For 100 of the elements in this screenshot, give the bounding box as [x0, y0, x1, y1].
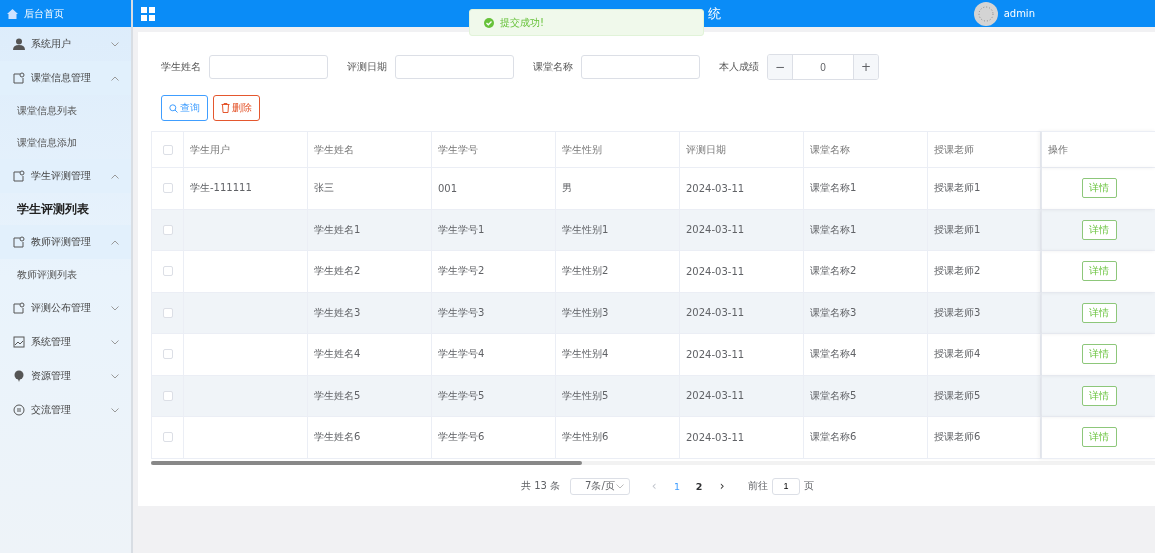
scrollbar[interactable]: [151, 460, 1155, 465]
table-cell: 2024-03-11: [680, 417, 804, 459]
number-field[interactable]: 0: [792, 55, 854, 79]
image-icon: [13, 336, 25, 348]
filter-label: 本人成绩: [719, 60, 759, 74]
column-header: 评测日期: [680, 131, 804, 168]
home-icon: [7, 8, 18, 19]
table-cell: 课堂名称5: [804, 375, 928, 417]
submenu-item[interactable]: 课堂信息添加: [0, 127, 131, 159]
table-cell: 学生学号4: [432, 334, 556, 376]
decrement-button[interactable]: −: [768, 55, 792, 79]
table-cell: 学生性别6: [556, 417, 680, 459]
table-cell: 2024-03-11: [680, 375, 804, 417]
row-checkbox[interactable]: [162, 349, 173, 360]
grid-menu-icon[interactable]: [141, 6, 155, 21]
column-header: 操作: [1041, 131, 1155, 168]
menu-item[interactable]: 评测公布管理: [0, 291, 131, 325]
table-cell: 课堂名称4: [804, 334, 928, 376]
table-cell: 授课老师5: [928, 375, 1041, 417]
page-number[interactable]: 2: [688, 480, 711, 492]
goto-label: 前往: [748, 479, 769, 493]
table-cell: 课堂名称2: [804, 251, 928, 293]
table-cell: 学生学号5: [432, 375, 556, 417]
row-checkbox[interactable]: [162, 432, 173, 443]
filter-label: 评测日期: [347, 60, 387, 74]
row-checkbox[interactable]: [162, 266, 173, 277]
table-cell: 2024-03-11: [680, 334, 804, 376]
row-checkbox[interactable]: [162, 183, 173, 194]
trash-icon: [221, 103, 230, 113]
table-cell: 2024-03-11: [680, 292, 804, 334]
table-cell: 授课老师1: [928, 209, 1041, 251]
text-field[interactable]: [581, 55, 700, 79]
chat-icon: [13, 404, 25, 416]
menu-item[interactable]: 资源管理: [0, 359, 131, 393]
table-cell: 2024-03-11: [680, 209, 804, 251]
chevron-down-icon: [111, 305, 119, 311]
table-cell: 学生性别5: [556, 375, 680, 417]
page-suffix: 页: [804, 479, 815, 493]
column-header: 学生学号: [432, 131, 556, 168]
column-header: 学生用户: [184, 131, 308, 168]
submenu-item[interactable]: 教师评测列表: [0, 259, 131, 291]
next-page-button[interactable]: ›: [710, 479, 735, 493]
table-cell: 课堂名称1: [804, 209, 928, 251]
menu-item[interactable]: 交流管理: [0, 393, 131, 427]
table-cell: 001: [432, 168, 556, 210]
table-cell: 男: [556, 168, 680, 210]
document-icon: [13, 302, 25, 314]
menu-item[interactable]: 教师评测管理: [0, 225, 131, 259]
filter-label: 学生姓名: [161, 60, 201, 74]
chevron-down-icon: [111, 373, 119, 379]
menu-item[interactable]: 系统用户: [0, 27, 131, 61]
table-cell: 学生姓名3: [308, 292, 432, 334]
toast-message: 提交成功!: [469, 9, 704, 36]
table-cell: 授课老师3: [928, 292, 1041, 334]
check-circle-icon: [484, 17, 494, 28]
table-cell: 课堂名称6: [804, 417, 928, 459]
total-count: 共 13 条: [521, 479, 561, 493]
table-cell: 学生姓名2: [308, 251, 432, 293]
table-cell: 2024-03-11: [680, 251, 804, 293]
number-stepper[interactable]: − 0 +: [767, 54, 879, 80]
app-title: 统: [708, 4, 721, 23]
chevron-down-icon: [616, 483, 625, 489]
menu-item[interactable]: 系统管理: [0, 325, 131, 359]
page-jump-field[interactable]: 1: [772, 477, 801, 495]
table-cell: 学生性别1: [556, 209, 680, 251]
column-header: 课堂名称: [804, 131, 928, 168]
table-cell: 学生姓名4: [308, 334, 432, 376]
filter-label: 课堂名称: [533, 60, 573, 74]
table-cell: 学生学号2: [432, 251, 556, 293]
avatar-icon: [973, 1, 998, 26]
table-cell: 课堂名称3: [804, 292, 928, 334]
submenu-item[interactable]: 课堂信息列表: [0, 95, 131, 127]
chevron-down-icon: [111, 339, 119, 345]
row-checkbox[interactable]: [162, 390, 173, 401]
table-cell: 学生学号3: [432, 292, 556, 334]
user-name[interactable]: admin: [1003, 8, 1035, 19]
table-cell: 课堂名称1: [804, 168, 928, 210]
row-checkbox[interactable]: [162, 224, 173, 235]
increment-button[interactable]: +: [854, 55, 878, 79]
table-cell: 学生学号6: [432, 417, 556, 459]
document-icon: [13, 72, 25, 84]
table-cell: 授课老师4: [928, 334, 1041, 376]
select-all-checkbox[interactable]: [162, 144, 173, 155]
search-icon: [169, 103, 178, 113]
text-field[interactable]: [209, 55, 328, 79]
table-cell: 学生姓名1: [308, 209, 432, 251]
chevron-down-icon: [111, 407, 119, 413]
row-checkbox[interactable]: [162, 307, 173, 318]
column-header: 授课老师: [928, 131, 1041, 168]
table-cell: 学生-111111: [184, 168, 308, 210]
table-cell: 授课老师6: [928, 417, 1041, 459]
document-icon: [13, 170, 25, 182]
document-icon: [13, 236, 25, 248]
table-cell: 学生性别2: [556, 251, 680, 293]
delete-button[interactable]: 删除: [213, 95, 260, 121]
chevron-up-icon: [111, 173, 119, 179]
text-field[interactable]: [395, 55, 514, 79]
submenu-item[interactable]: 学生评测列表: [0, 193, 131, 225]
chevron-up-icon: [111, 239, 119, 245]
page-size-select[interactable]: 7条/页: [570, 477, 631, 495]
